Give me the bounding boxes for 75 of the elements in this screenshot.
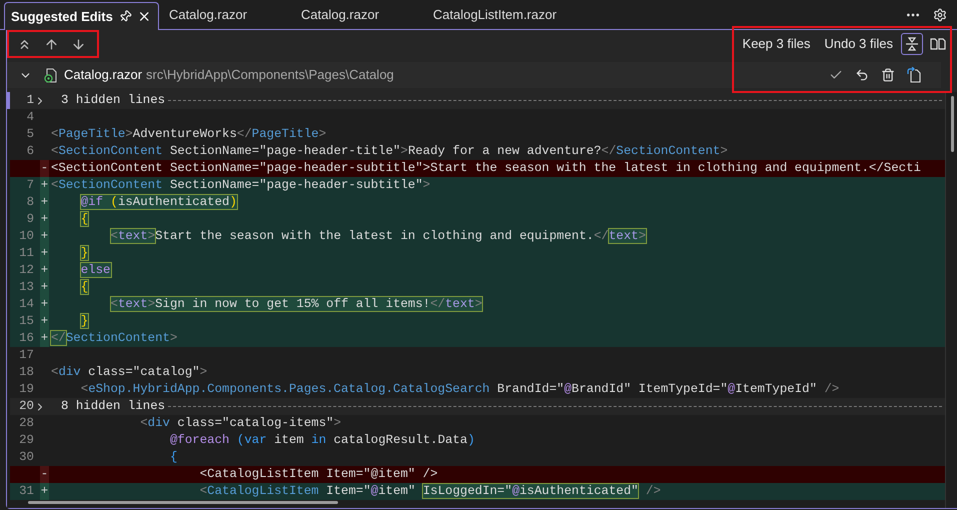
code-line: <text>Sign in now to get 15% off all items!</text> xyxy=(110,296,482,313)
line-number: 5 xyxy=(26,126,34,144)
line-number: 6 xyxy=(26,143,34,160)
line-number: 12 xyxy=(18,262,34,280)
inline-diff-icon xyxy=(905,37,919,51)
code-line: { xyxy=(80,279,88,296)
code-line: <PageTitle>AdventureWorks</PageTitle> xyxy=(51,126,326,143)
line-number: 28 xyxy=(18,415,34,432)
code-line: <div class="catalog-items"> xyxy=(139,415,342,432)
diff-marker: - xyxy=(40,160,49,177)
tab[interactable]: Catalog.razor xyxy=(159,1,291,29)
diff-marker: + xyxy=(40,228,49,245)
trash-icon[interactable] xyxy=(881,68,895,82)
code-line: @foreach (var item in catalogResult.Data) xyxy=(168,432,475,449)
diff-marker: - xyxy=(40,466,49,483)
line-number: 20 xyxy=(18,398,34,416)
code-line: } xyxy=(80,245,88,262)
file-name: Catalog.razor xyxy=(64,66,142,84)
razor-file-icon xyxy=(44,68,58,82)
line-number: 9 xyxy=(26,211,34,228)
tab[interactable]: Suggested Edits xyxy=(4,2,159,30)
diff-marker: + xyxy=(40,279,49,296)
code-line: { xyxy=(80,211,88,228)
undo-files-button[interactable]: Undo 3 files xyxy=(820,34,897,54)
diff-marker: + xyxy=(40,330,49,347)
diff-marker: + xyxy=(40,313,49,330)
side-by-side-icon xyxy=(930,38,946,50)
diff-marker: + xyxy=(40,483,49,500)
code-line: </SectionContent> xyxy=(51,330,178,347)
code-line: <text>Start the season with the latest in clothing and equipment.</text> xyxy=(110,228,646,245)
code-line: <CatalogListItem Item="@item" IsLoggedIn="@isAuthenticated" /> xyxy=(198,483,661,500)
horizontal-scrollbar[interactable] xyxy=(28,501,338,504)
line-number: 14 xyxy=(18,296,34,314)
line-number: 10 xyxy=(18,228,34,246)
file-arrow-icon[interactable] xyxy=(907,67,921,83)
code-line: } xyxy=(80,313,88,330)
diff-marker: + xyxy=(40,211,49,228)
line-number: 13 xyxy=(18,279,34,296)
line-number: 30 xyxy=(18,449,34,466)
code-line: <SectionContent SectionName="page-header-subtitle"> xyxy=(51,177,430,194)
tab[interactable]: Catalog.razor xyxy=(291,1,423,29)
code-line: @if (isAuthenticated) xyxy=(80,194,237,211)
hidden-lines-label[interactable]: 8 hidden lines xyxy=(61,397,166,416)
settings-icon[interactable] xyxy=(933,8,947,22)
line-number: 29 xyxy=(18,432,34,450)
code-line: <SectionContent SectionName="page-header-title">Ready for a new adventure?</SectionContent> xyxy=(51,143,728,160)
undo-icon[interactable] xyxy=(855,68,869,82)
line-number: 11 xyxy=(18,245,34,262)
line-number: 15 xyxy=(18,313,34,330)
line-number: 1 xyxy=(26,92,34,110)
line-number: 16 xyxy=(18,330,34,348)
code-line: <div class="catalog"> xyxy=(51,364,208,381)
code-line: else xyxy=(80,262,110,279)
keep-files-button[interactable]: Keep 3 files xyxy=(738,34,814,54)
hidden-lines-label[interactable]: 3 hidden lines xyxy=(61,91,166,110)
line-number: 18 xyxy=(18,364,34,382)
line-number: 17 xyxy=(18,347,34,364)
file-path: src\HybridApp\Components\Pages\Catalog xyxy=(146,66,394,84)
line-number: 8 xyxy=(26,194,34,212)
line-number: 4 xyxy=(26,109,34,126)
tab[interactable]: CatalogListItem.razor xyxy=(423,1,567,29)
code-line: { xyxy=(168,449,178,466)
view-mode-toggle[interactable] xyxy=(901,33,923,55)
diff-marker: + xyxy=(40,262,49,279)
diff-marker: + xyxy=(40,245,49,262)
diff-marker: + xyxy=(40,194,49,211)
code-line: <CatalogListItem Item="@item" /> xyxy=(198,466,438,483)
line-number: 31 xyxy=(18,483,34,500)
code-line: <SectionContent SectionName="page-header-subtitle">Start the season with the latest in clothing and equipment.</Secti xyxy=(51,160,921,177)
line-number: 7 xyxy=(26,177,34,194)
diff-marker: + xyxy=(40,296,49,313)
line-number: 19 xyxy=(18,381,34,398)
code-line: <eShop.HybridApp.Components.Pages.Catalog.CatalogSearch BrandId="@BrandId" ItemTypeId="@ItemTypeId" /> xyxy=(80,381,840,398)
diff-marker: + xyxy=(40,177,49,194)
vertical-scrollbar[interactable] xyxy=(951,96,954,152)
